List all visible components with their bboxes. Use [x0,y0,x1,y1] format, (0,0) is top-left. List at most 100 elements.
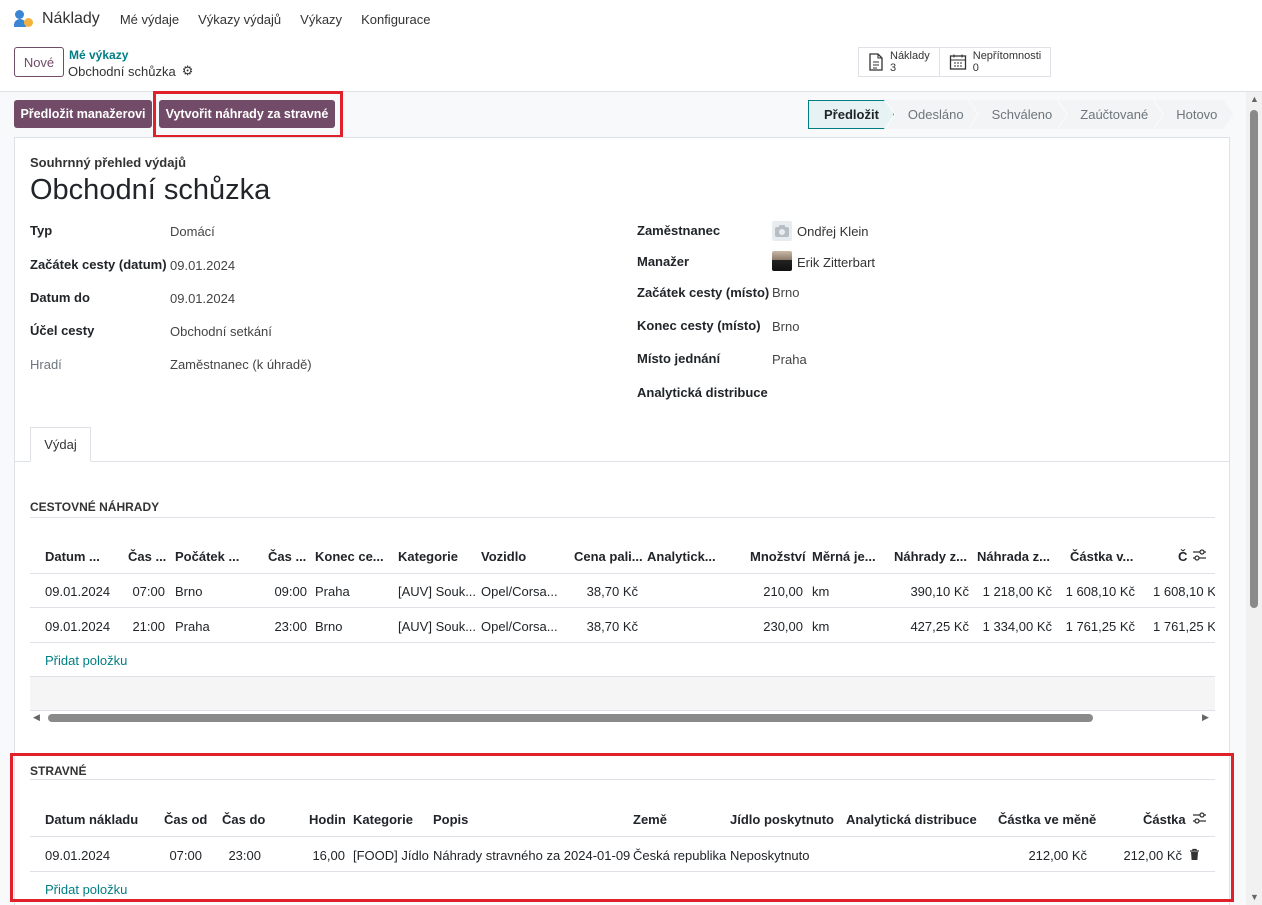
employee-avatar [772,221,792,241]
top-navbar: Náklady Mé výdaje Výkazy výdajů Výkazy K… [0,0,1262,38]
form-title[interactable]: Obchodní schůzka [30,174,270,207]
field-value-manager[interactable]: Erik Zitterbart [797,255,875,270]
new-button[interactable]: Nové [14,47,64,77]
travel-cell-date: 09.01.2024 [45,584,111,599]
scroll-thumb[interactable] [1250,110,1258,608]
tabs-divider [15,461,1229,462]
stage-posted[interactable]: Zaúčtované [1058,100,1162,129]
travel-section-separator [30,517,1215,518]
meals-add-line-link[interactable]: Přidat položku [45,882,127,897]
travel-col-amount[interactable]: Č [1178,549,1187,564]
travel-col-date[interactable]: Datum ... [45,549,100,564]
travel-col-vehicle[interactable]: Vozidlo [481,549,526,564]
app-name[interactable]: Náklady [42,10,100,28]
field-label-meeting-place: Místo jednání [637,351,721,366]
travel-cell-unit: km [812,619,830,634]
travel-col-analytic[interactable]: Analytick... [647,549,716,564]
scroll-right-icon[interactable]: ▶ [1202,712,1209,723]
meals-col-description[interactable]: Popis [433,812,468,827]
meals-cell-country: Česká republika [633,848,727,863]
page-vertical-scrollbar[interactable]: ▲ ▼ [1246,92,1262,905]
column-settings-icon[interactable] [1192,811,1207,825]
stage-sent[interactable]: Odesláno [886,100,978,129]
field-label-type: Typ [30,223,53,238]
tab-expense[interactable]: Výdaj [30,427,91,462]
submit-to-manager-button[interactable]: Předložit manažerovi [14,100,152,128]
smart-buttons: Náklady 3 Nepřítomnosti 0 [858,47,1052,77]
travel-col-allowance-a[interactable]: Náhrady z... [894,549,967,564]
nav-item-reporting[interactable]: Výkazy [300,12,342,27]
smart-button-expenses-count: 3 [890,62,897,74]
field-value-date-to[interactable]: 09.01.2024 [170,291,235,306]
nav-item-my-expenses[interactable]: Mé výdaje [120,12,179,27]
expenses-app-icon[interactable] [14,10,34,28]
scroll-thumb[interactable] [48,714,1093,722]
travel-col-time-to[interactable]: Čas ... [268,549,306,564]
meals-cell-amount: 212,00 Kč [1123,848,1182,863]
meals-col-country[interactable]: Země [633,812,667,827]
travel-col-quantity[interactable]: Množství [750,549,806,564]
travel-col-category[interactable]: Kategorie [398,549,458,564]
meals-col-date[interactable]: Datum nákladu [45,812,138,827]
travel-col-unit[interactable]: Měrná je... [812,549,876,564]
travel-col-time-from[interactable]: Čas ... [128,549,166,564]
meals-col-amount-currency[interactable]: Částka ve měně [998,812,1096,827]
meals-header-line [30,836,1215,837]
travel-cell-time-to: 09:00 [274,584,307,599]
travel-cell-vehicle: Opel/Corsa... [481,584,558,599]
field-value-employee[interactable]: Ondřej Klein [797,224,869,239]
travel-cell-quantity: 230,00 [763,619,803,634]
trash-icon[interactable] [1189,848,1200,861]
meals-col-hours[interactable]: Hodin [309,812,346,827]
scroll-up-icon[interactable]: ▲ [1250,94,1259,104]
field-value-paid-by[interactable]: Zaměstnanec (k úhradě) [170,357,312,372]
travel-cell-destination: Brno [315,619,343,634]
breadcrumb-my-reports[interactable]: Mé výkazy [69,48,128,62]
travel-add-line-link[interactable]: Přidat položku [45,653,127,668]
stage-done[interactable]: Hotovo [1154,100,1233,129]
field-value-type[interactable]: Domácí [170,224,215,239]
travel-col-origin[interactable]: Počátek ... [175,549,239,564]
nav-item-configuration[interactable]: Konfigurace [361,12,430,27]
travel-cell-category: [AUV] Souk... [398,619,477,634]
travel-horizontal-scrollbar[interactable]: ◀ ▶ [30,711,1215,725]
manager-avatar [772,251,792,271]
meals-cell-time-to: 23:00 [228,848,261,863]
travel-row-line [30,642,1215,643]
travel-col-amount-currency[interactable]: Částka v... [1070,549,1133,564]
scroll-down-icon[interactable]: ▼ [1250,892,1259,902]
meals-col-meal-provided[interactable]: Jídlo poskytnuto [730,812,834,827]
field-value-trip-start-place[interactable]: Brno [772,285,799,300]
stage-submit[interactable]: Předložit [808,100,894,129]
meals-col-amount[interactable]: Částka [1143,812,1186,827]
meals-col-time-to[interactable]: Čas do [222,812,265,827]
travel-cell-origin: Praha [175,619,210,634]
field-value-trip-purpose[interactable]: Obchodní setkání [170,324,272,339]
travel-cell-allowance-a: 427,25 Kč [910,619,969,634]
gear-icon[interactable]: ⚙ [182,63,194,79]
travel-header-line [30,573,1215,574]
travel-col-allowance-b[interactable]: Náhrada z... [977,549,1050,564]
stage-approved[interactable]: Schváleno [970,100,1067,129]
meals-col-analytic[interactable]: Analytická distribuce [846,812,977,827]
travel-cell-amount: 1 608,10 Kč [1153,584,1215,599]
travel-col-destination[interactable]: Konec ce... [315,549,384,564]
smart-button-expenses[interactable]: Náklady 3 [859,48,940,76]
field-value-trip-end-place[interactable]: Brno [772,319,799,334]
smart-button-absences[interactable]: Nepřítomnosti 0 [940,48,1050,76]
field-value-trip-start-date[interactable]: 09.01.2024 [170,258,235,273]
field-label-trip-start-date: Začátek cesty (datum) [30,257,167,272]
nav-item-expense-reports[interactable]: Výkazy výdajů [198,12,281,27]
field-value-meeting-place[interactable]: Praha [772,352,807,367]
scroll-left-icon[interactable]: ◀ [33,712,40,723]
meals-cell-date: 09.01.2024 [45,848,111,863]
travel-col-fuel-price[interactable]: Cena pali... [574,549,643,564]
meals-col-category[interactable]: Kategorie [353,812,413,827]
create-meal-allowances-button[interactable]: Vytvořit náhrady za stravné [159,100,335,128]
meals-section-separator [30,779,1215,780]
column-settings-icon[interactable] [1192,548,1207,562]
meals-col-time-from[interactable]: Čas od [164,812,207,827]
travel-row-line [30,607,1215,608]
smart-button-absences-count: 0 [972,62,979,74]
travel-cell-fuel-price: 38,70 Kč [586,619,638,634]
